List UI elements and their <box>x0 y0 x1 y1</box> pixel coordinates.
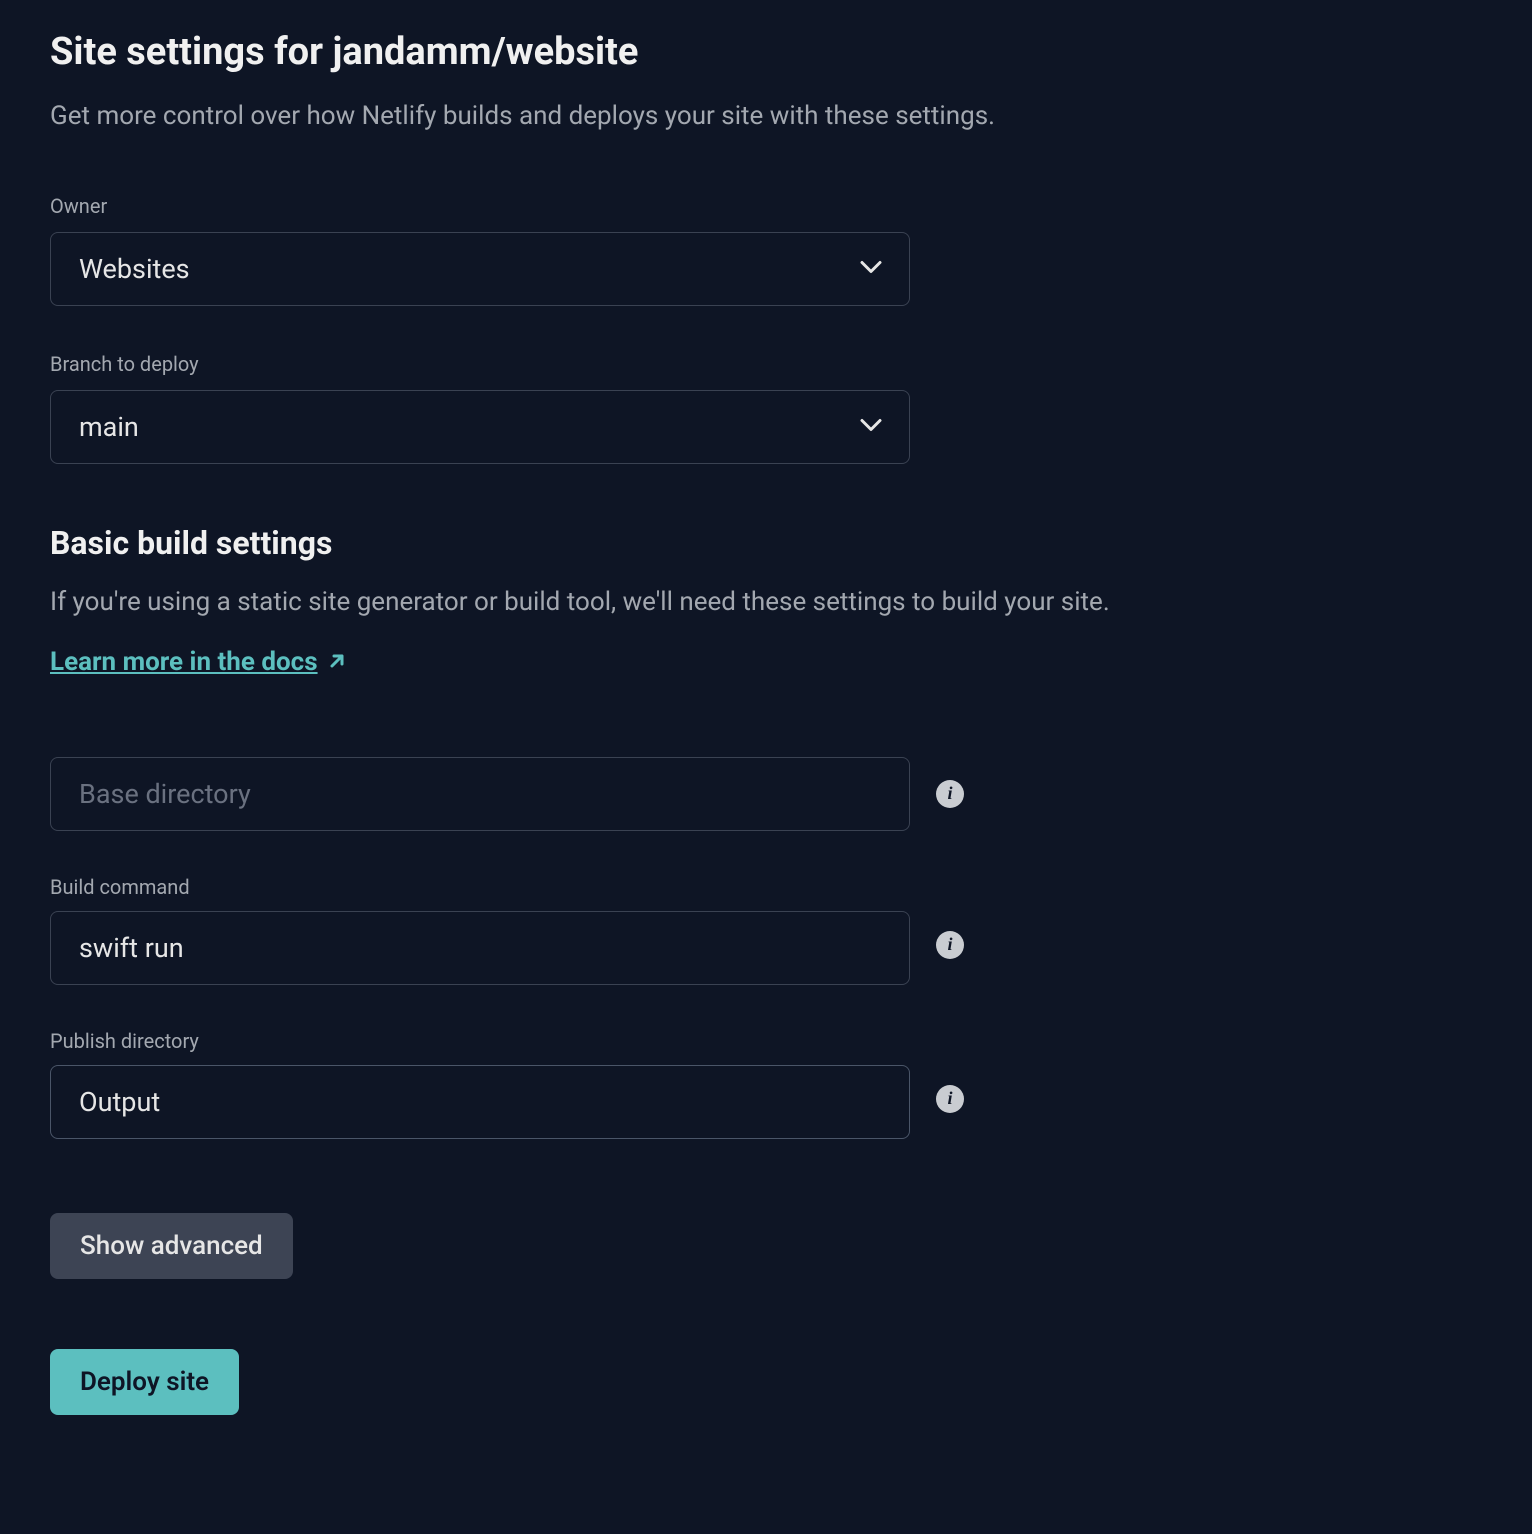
external-link-icon <box>328 647 346 677</box>
build-settings-heading: Basic build settings <box>50 524 1482 562</box>
info-icon[interactable]: i <box>936 780 964 808</box>
info-icon[interactable]: i <box>936 1085 964 1113</box>
publish-directory-input[interactable] <box>50 1065 910 1139</box>
docs-link-text: Learn more in the docs <box>50 647 318 677</box>
build-command-input[interactable] <box>50 911 910 985</box>
owner-select[interactable]: Websites <box>50 232 910 306</box>
build-settings-subtitle: If you're using a static site generator … <box>50 584 1482 620</box>
base-directory-input[interactable] <box>50 757 910 831</box>
docs-link[interactable]: Learn more in the docs <box>50 647 346 677</box>
show-advanced-button[interactable]: Show advanced <box>50 1213 293 1279</box>
build-command-label: Build command <box>50 875 910 899</box>
publish-directory-label: Publish directory <box>50 1029 910 1053</box>
page-title: Site settings for jandamm/website <box>50 30 1482 74</box>
branch-label: Branch to deploy <box>50 352 1482 376</box>
owner-label: Owner <box>50 194 1482 218</box>
page-subtitle: Get more control over how Netlify builds… <box>50 98 1482 134</box>
branch-select[interactable]: main <box>50 390 910 464</box>
info-icon[interactable]: i <box>936 931 964 959</box>
deploy-site-button[interactable]: Deploy site <box>50 1349 239 1415</box>
